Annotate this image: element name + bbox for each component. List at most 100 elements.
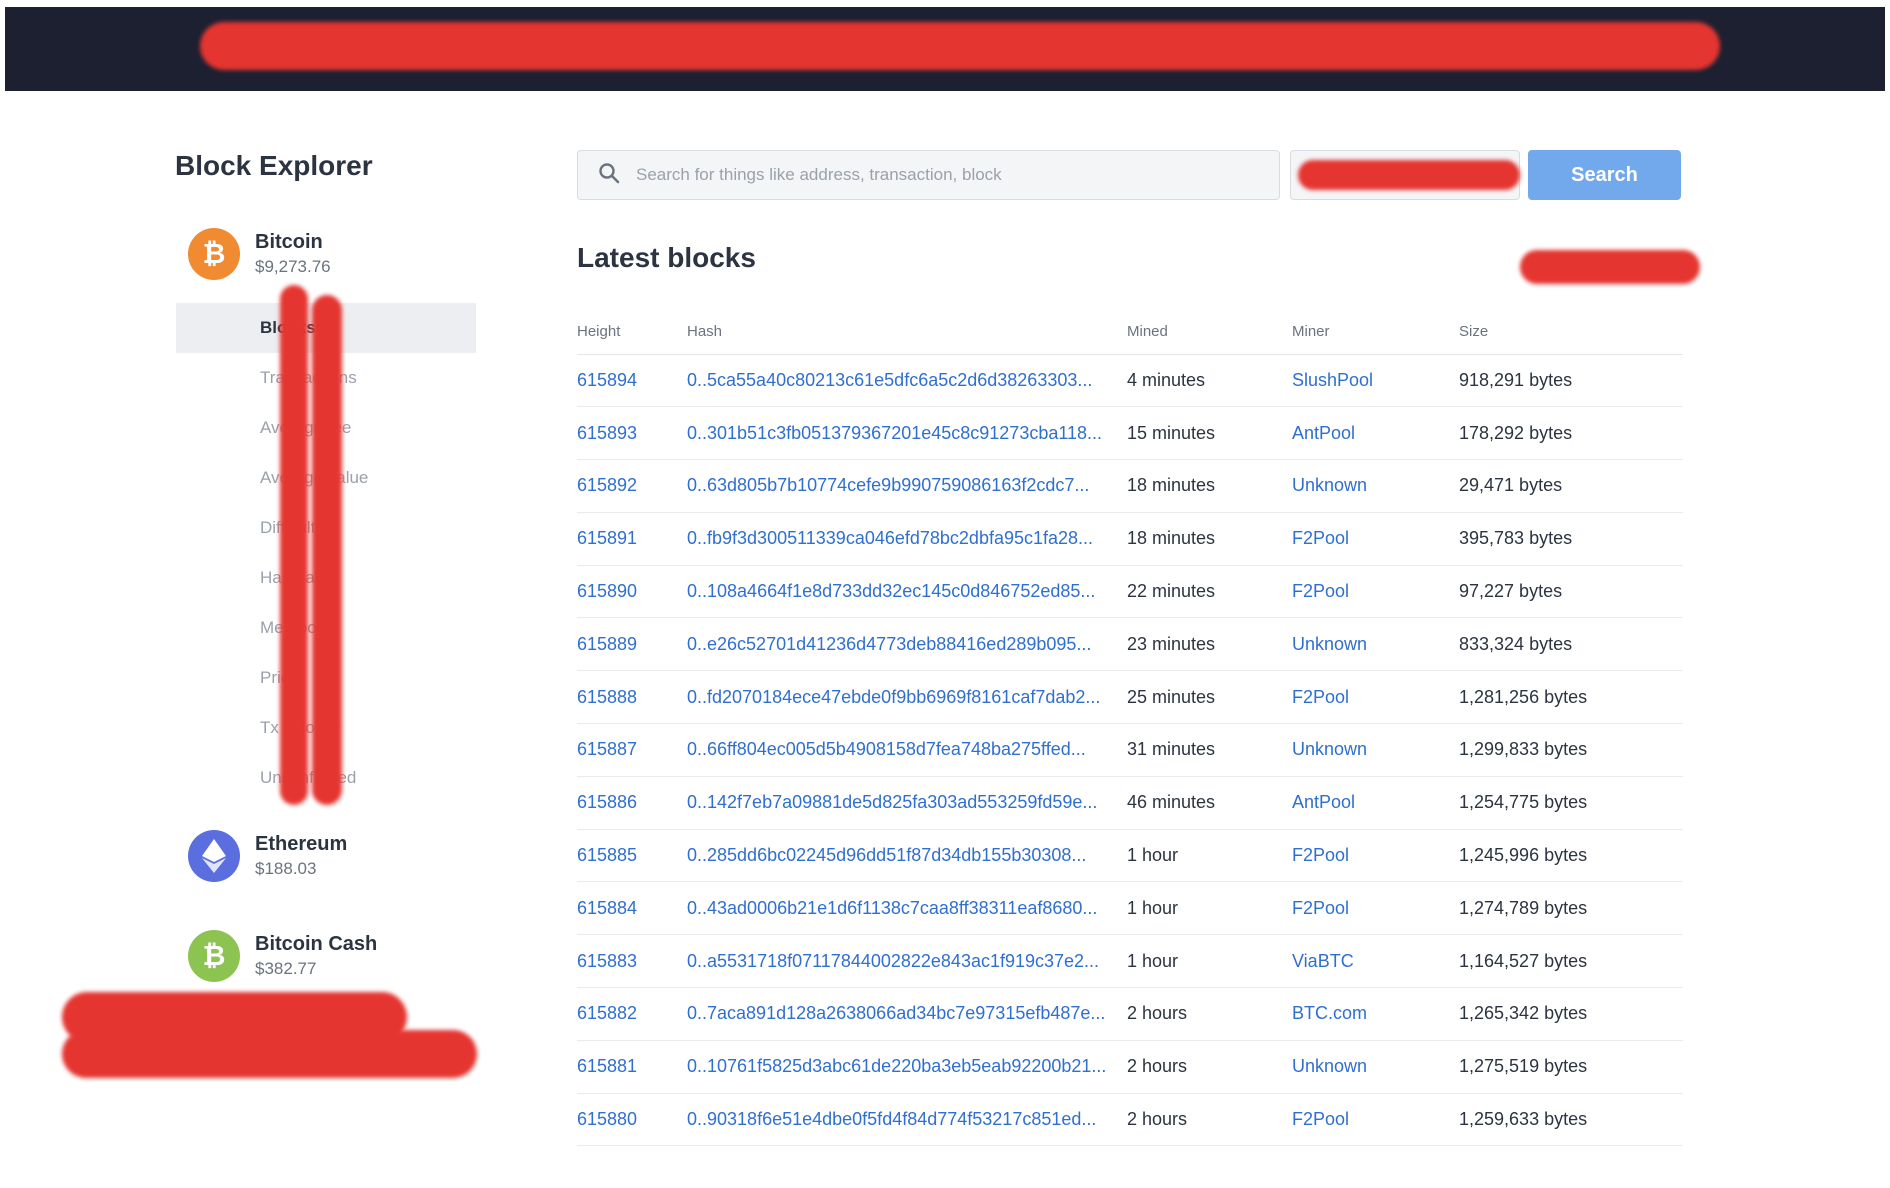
coin-name: Bitcoin [255, 231, 323, 253]
block-height-link[interactable]: 615892 [577, 459, 687, 513]
block-size: 918,291 bytes [1459, 354, 1683, 408]
table-row: 615883 0..a5531718f07117844002822e843ac1f… [577, 934, 1683, 989]
table-row: 615885 0..285dd6bc02245d96dd51f87d34db155… [577, 829, 1683, 883]
block-height-link[interactable]: 615891 [577, 512, 687, 566]
block-mined-time: 4 minutes [1127, 354, 1292, 408]
coin-item-ethereum[interactable]: Ethereum $188.03 [188, 830, 347, 882]
block-miner-link[interactable]: SlushPool [1292, 354, 1459, 408]
block-height-link[interactable]: 615882 [577, 987, 687, 1041]
table-row: 615888 0..fd2070184ece47ebde0f9bb6969f816… [577, 670, 1683, 725]
block-size: 395,783 bytes [1459, 512, 1683, 566]
column-header-mined[interactable]: Mined [1127, 310, 1292, 355]
table-row: 615881 0..10761f5825d3abc61de220ba3eb5eab… [577, 1040, 1683, 1094]
block-height-link[interactable]: 615885 [577, 829, 687, 883]
block-miner-link[interactable]: Unknown [1292, 723, 1459, 777]
block-size: 97,227 bytes [1459, 565, 1683, 619]
block-miner-link[interactable]: F2Pool [1292, 1093, 1459, 1147]
block-mined-time: 23 minutes [1127, 617, 1292, 672]
column-header-miner[interactable]: Miner [1292, 310, 1459, 355]
block-hash-link[interactable]: 0..fd2070184ece47ebde0f9bb6969f8161caf7d… [687, 670, 1127, 725]
block-mined-time: 22 minutes [1127, 565, 1292, 619]
sidebar-title: Block Explorer [175, 150, 373, 181]
block-mined-time: 1 hour [1127, 829, 1292, 883]
block-hash-link[interactable]: 0..a5531718f07117844002822e843ac1f919c37… [687, 934, 1127, 989]
redaction-mark [312, 295, 342, 805]
block-miner-link[interactable]: Unknown [1292, 617, 1459, 672]
coin-name: Bitcoin Cash [255, 933, 378, 955]
table-row: 615894 0..5ca55a40c80213c61e5dfc6a5c2d6d3… [577, 354, 1683, 408]
block-miner-link[interactable]: Unknown [1292, 1040, 1459, 1094]
block-hash-link[interactable]: 0..301b51c3fb051379367201e45c8c91273cba1… [687, 406, 1127, 461]
block-hash-link[interactable]: 0..285dd6bc02245d96dd51f87d34db155b30308… [687, 829, 1127, 883]
block-size: 1,164,527 bytes [1459, 934, 1683, 989]
block-miner-link[interactable]: AntPool [1292, 406, 1459, 461]
block-size: 1,275,519 bytes [1459, 1040, 1683, 1094]
bitcoin-icon: ₿ [188, 228, 240, 280]
block-size: 1,254,775 bytes [1459, 776, 1683, 830]
block-height-link[interactable]: 615883 [577, 934, 687, 989]
ethereum-icon [188, 830, 240, 882]
block-miner-link[interactable]: BTC.com [1292, 987, 1459, 1041]
block-mined-time: 25 minutes [1127, 670, 1292, 725]
block-hash-link[interactable]: 0..63d805b7b10774cefe9b990759086163f2cdc… [687, 459, 1127, 513]
block-hash-link[interactable]: 0..7aca891d128a2638066ad34bc7e97315efb48… [687, 987, 1127, 1041]
block-height-link[interactable]: 615894 [577, 354, 687, 408]
block-height-link[interactable]: 615893 [577, 406, 687, 461]
block-miner-link[interactable]: ViaBTC [1292, 934, 1459, 989]
search-button[interactable]: Search [1528, 150, 1681, 200]
table-row: 615887 0..66ff804ec005d5b4908158d7fea748b… [577, 723, 1683, 777]
table-row: 615892 0..63d805b7b10774cefe9b99075908616… [577, 459, 1683, 513]
block-size: 1,281,256 bytes [1459, 670, 1683, 725]
block-mined-time: 2 hours [1127, 987, 1292, 1041]
block-hash-link[interactable]: 0..10761f5825d3abc61de220ba3eb5eab92200b… [687, 1040, 1127, 1094]
table-row: 615889 0..e26c52701d41236d4773deb88416ed2… [577, 617, 1683, 672]
block-hash-link[interactable]: 0..e26c52701d41236d4773deb88416ed289b095… [687, 617, 1127, 672]
block-height-link[interactable]: 615890 [577, 565, 687, 619]
block-miner-link[interactable]: F2Pool [1292, 881, 1459, 936]
block-hash-link[interactable]: 0..142f7eb7a09881de5d825fa303ad553259fd5… [687, 776, 1127, 830]
block-size: 1,274,789 bytes [1459, 881, 1683, 936]
block-height-link[interactable]: 615884 [577, 881, 687, 936]
redacted-nav-content [200, 22, 1720, 70]
coin-item-bitcoin-cash[interactable]: ₿ Bitcoin Cash $382.77 [188, 930, 377, 982]
block-height-link[interactable]: 615889 [577, 617, 687, 672]
block-miner-link[interactable]: F2Pool [1292, 565, 1459, 619]
block-size: 833,324 bytes [1459, 617, 1683, 672]
table-row: 615890 0..108a4664f1e8d733dd32ec145c0d846… [577, 565, 1683, 619]
redaction-mark [280, 285, 308, 805]
search-input[interactable] [636, 165, 1236, 185]
coin-price: $188.03 [255, 859, 317, 878]
block-hash-link[interactable]: 0..90318f6e51e4dbe0f5fd4f84d774f53217c85… [687, 1093, 1127, 1147]
block-hash-link[interactable]: 0..fb9f3d300511339ca046efd78bc2dbfa95c1f… [687, 512, 1127, 566]
coin-item-bitcoin[interactable]: ₿ Bitcoin $9,273.76 [188, 228, 331, 280]
block-miner-link[interactable]: AntPool [1292, 776, 1459, 830]
block-size: 1,245,996 bytes [1459, 829, 1683, 883]
block-mined-time: 2 hours [1127, 1040, 1292, 1094]
block-mined-time: 1 hour [1127, 934, 1292, 989]
page-title: Latest blocks [577, 242, 756, 273]
block-size: 29,471 bytes [1459, 459, 1683, 513]
block-height-link[interactable]: 615880 [577, 1093, 687, 1147]
table-row: 615886 0..142f7eb7a09881de5d825fa303ad553… [577, 776, 1683, 830]
column-header-size[interactable]: Size [1459, 310, 1683, 355]
block-height-link[interactable]: 615881 [577, 1040, 687, 1094]
block-hash-link[interactable]: 0..66ff804ec005d5b4908158d7fea748ba275ff… [687, 723, 1127, 777]
column-header-height[interactable]: Height [577, 310, 687, 355]
block-hash-link[interactable]: 0..5ca55a40c80213c61e5dfc6a5c2d6d3826330… [687, 354, 1127, 408]
block-height-link[interactable]: 615888 [577, 670, 687, 725]
search-box[interactable] [577, 150, 1280, 200]
block-miner-link[interactable]: F2Pool [1292, 829, 1459, 883]
column-header-hash[interactable]: Hash [687, 310, 1127, 355]
block-miner-link[interactable]: F2Pool [1292, 670, 1459, 725]
block-miner-link[interactable]: Unknown [1292, 459, 1459, 513]
block-hash-link[interactable]: 0..108a4664f1e8d733dd32ec145c0d846752ed8… [687, 565, 1127, 619]
block-hash-link[interactable]: 0..43ad0006b21e1d6f1138c7caa8ff38311eaf8… [687, 881, 1127, 936]
block-mined-time: 15 minutes [1127, 406, 1292, 461]
coin-price: $9,273.76 [255, 257, 331, 276]
block-height-link[interactable]: 615887 [577, 723, 687, 777]
block-height-link[interactable]: 615886 [577, 776, 687, 830]
block-miner-link[interactable]: F2Pool [1292, 512, 1459, 566]
coin-price: $382.77 [255, 959, 317, 978]
bitcoin-cash-icon: ₿ [188, 930, 240, 982]
block-mined-time: 31 minutes [1127, 723, 1292, 777]
